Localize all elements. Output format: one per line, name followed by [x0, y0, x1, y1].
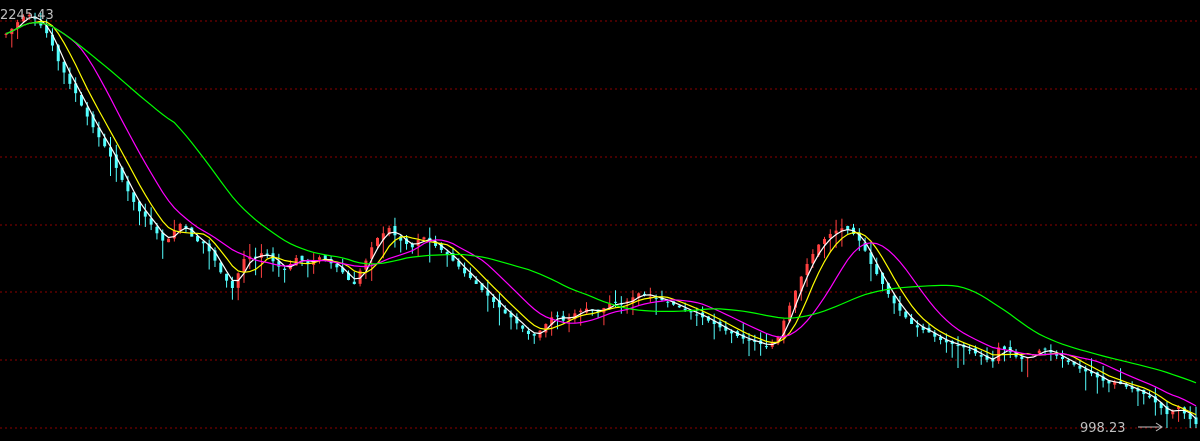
candle-body-89: [521, 325, 525, 329]
candle-body-153: [892, 295, 896, 304]
candle-body-112: [654, 297, 658, 299]
candle-body-48: [283, 268, 287, 270]
candle-body-114: [666, 301, 670, 303]
candle-body-141: [822, 238, 826, 244]
candlestick-chart: 2245.43 998.23: [0, 0, 1200, 441]
candle-body-116: [677, 305, 681, 308]
max-price-label: 2245.43: [0, 8, 54, 23]
candle-body-105: [614, 301, 618, 303]
candle-body-38: [225, 273, 229, 281]
candle-body-64: [376, 237, 380, 246]
candle-body-172: [1002, 346, 1006, 350]
candle-body-91: [532, 333, 536, 336]
candle-body-86: [503, 309, 507, 314]
candle-body-60: [352, 281, 356, 284]
candle-body-84: [492, 297, 496, 302]
candle-body-168: [979, 355, 983, 357]
candle-body-119: [695, 314, 699, 316]
candle-body-30: [178, 223, 182, 231]
candle-body-39: [230, 280, 234, 288]
candle-body-117: [683, 308, 687, 311]
candle-body-166: [968, 349, 972, 351]
candle-body-157: [915, 325, 919, 328]
candle-body-95: [555, 315, 559, 317]
candle-body-142: [828, 233, 832, 238]
candle-body-138: [805, 263, 809, 276]
candle-body-14: [85, 107, 89, 117]
candle-body-81: [474, 280, 478, 284]
candle-body-178: [1037, 350, 1041, 354]
candle-body-164: [956, 345, 960, 347]
candle-body-67: [393, 225, 397, 236]
candle-body-45: [265, 253, 269, 255]
candle-body-26: [155, 226, 159, 234]
candle-body-99: [579, 310, 583, 313]
candle-body-197: [1148, 395, 1152, 398]
candle-body-183: [1066, 360, 1070, 363]
candle-body-72: [422, 237, 426, 240]
candle-body-55: [323, 255, 327, 259]
candle-body-128: [747, 339, 751, 341]
candle-body-28: [167, 238, 171, 243]
candle-body-131: [764, 346, 768, 348]
candle-body-182: [1060, 356, 1064, 360]
candle-body-143: [834, 230, 838, 234]
candle-body-179: [1043, 348, 1047, 350]
candle-body-90: [526, 330, 530, 335]
min-price-label: 998.23: [1080, 421, 1126, 436]
candle-body-118: [689, 311, 693, 313]
candle-body-175: [1020, 356, 1024, 360]
chart-background: [0, 0, 1200, 441]
candle-body-51: [300, 255, 304, 260]
candle-body-92: [538, 330, 542, 338]
candle-body-54: [317, 257, 321, 260]
